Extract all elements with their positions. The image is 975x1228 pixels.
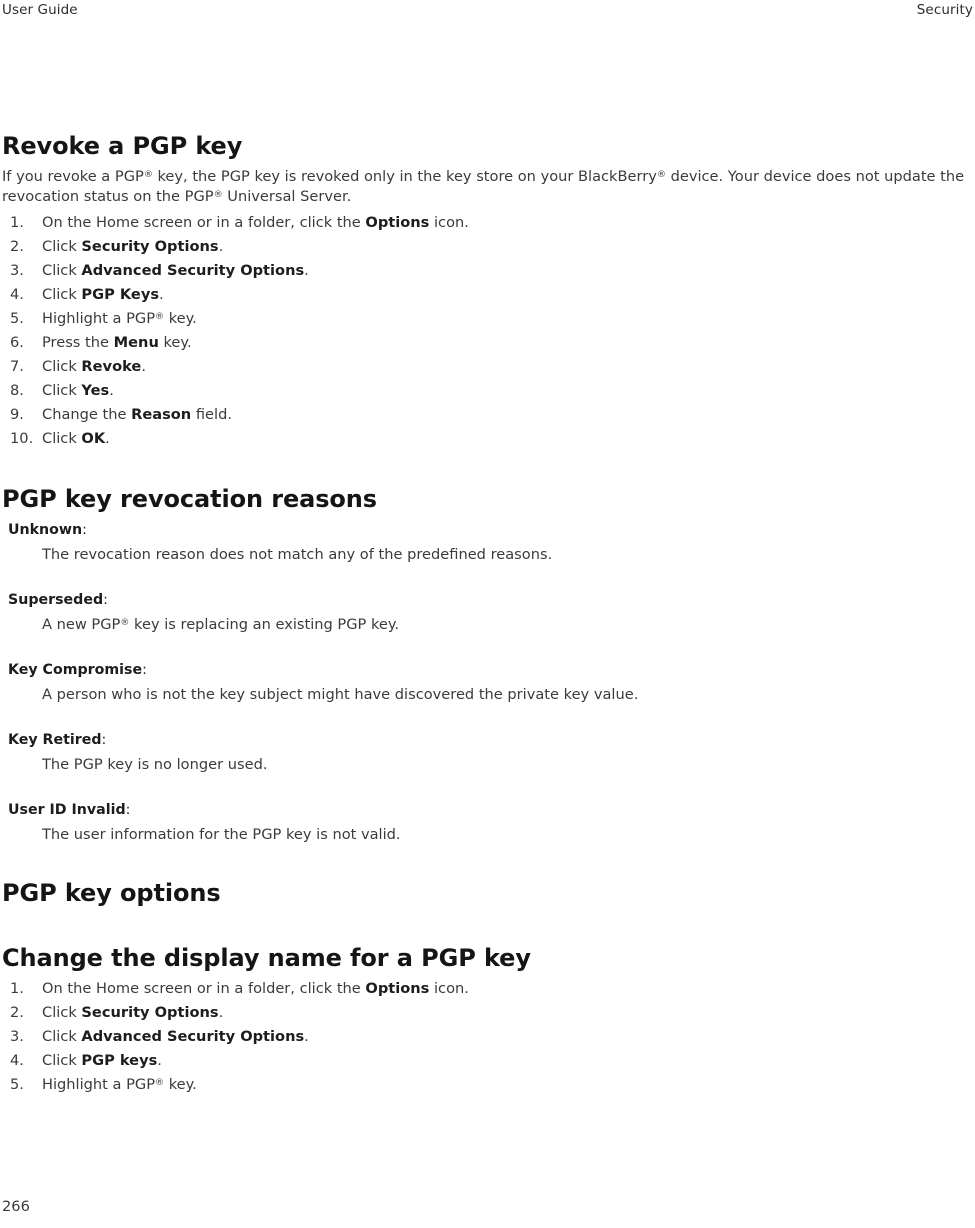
definition-description: The revocation reason does not match any… [42, 546, 553, 563]
definition-description: The PGP key is no longer used. [42, 756, 268, 773]
definition-term: Unknown: [8, 522, 87, 538]
page-content: Revoke a PGP key If you revoke a PGP® ke… [2, 132, 973, 1097]
intro-paragraph-revoke: If you revoke a PGP® key, the PGP key is… [2, 168, 965, 205]
steps-list-revoke: On the Home screen or in a folder, click… [2, 211, 973, 451]
list-item-step: Click Yes. [2, 379, 973, 403]
step-emphasis: OK [81, 430, 106, 447]
section-title-change-display-name: Change the display name for a PGP key [2, 944, 531, 972]
definition-description: A new PGP® key is replacing an existing … [42, 616, 400, 633]
list-item-step: Click Advanced Security Options. [2, 259, 973, 283]
definition-description: A person who is not the key subject migh… [42, 686, 639, 703]
step-text: On the Home screen or in a folder, click… [42, 214, 469, 231]
section-title-revocation-reasons: PGP key revocation reasons [2, 485, 377, 513]
registered-mark: ® [155, 312, 165, 323]
step-emphasis: Options [365, 980, 430, 997]
step-emphasis: Reason [131, 406, 192, 423]
section-title-revoke-pgp-key: Revoke a PGP key [2, 132, 243, 160]
step-text: Press the Menu key. [42, 334, 192, 351]
step-emphasis: Revoke [81, 358, 142, 375]
list-item-step: Change the Reason field. [2, 403, 973, 427]
step-text: Click Advanced Security Options. [42, 1028, 309, 1045]
step-emphasis: Advanced Security Options [81, 262, 305, 279]
list-item-step: Highlight a PGP® key. [2, 1073, 973, 1097]
section-title-pgp-key-options: PGP key options [2, 879, 221, 907]
step-text: Highlight a PGP® key. [42, 1076, 197, 1093]
step-text: Change the Reason field. [42, 406, 232, 423]
step-emphasis: Security Options [81, 1004, 219, 1021]
step-text: Click PGP keys. [42, 1052, 162, 1069]
list-item-step: Click PGP keys. [2, 1049, 973, 1073]
step-text: Click Revoke. [42, 358, 146, 375]
step-emphasis: Advanced Security Options [81, 1028, 305, 1045]
list-item-step: Press the Menu key. [2, 331, 973, 355]
registered-mark: ® [143, 170, 153, 181]
list-item-step: Click Revoke. [2, 355, 973, 379]
step-text: Click OK. [42, 430, 110, 447]
step-emphasis: Yes [81, 382, 110, 399]
step-emphasis: Options [365, 214, 430, 231]
step-text: Click Advanced Security Options. [42, 262, 309, 279]
step-emphasis: PGP Keys [81, 286, 160, 303]
definition-term: Key Retired: [8, 732, 107, 748]
list-item-step: Click Security Options. [2, 235, 973, 259]
definition-term: Superseded: [8, 592, 108, 608]
definition-list-revocation-reasons: Unknown: The revocation reason does not m… [2, 520, 973, 845]
list-item-step: On the Home screen or in a folder, click… [2, 977, 973, 1001]
steps-list-change-display-name: On the Home screen or in a folder, click… [2, 977, 973, 1097]
step-text: Highlight a PGP® key. [42, 310, 197, 327]
list-item-step: Click Advanced Security Options. [2, 1025, 973, 1049]
registered-mark: ® [120, 618, 130, 629]
step-emphasis: Menu [113, 334, 159, 351]
step-text: Click PGP Keys. [42, 286, 164, 303]
running-header: User Guide Security [0, 0, 975, 24]
list-item-step: Click PGP Keys. [2, 283, 973, 307]
step-emphasis: PGP keys [81, 1052, 158, 1069]
running-header-left: User Guide [2, 2, 78, 18]
registered-mark: ® [656, 170, 666, 181]
registered-mark: ® [155, 1078, 165, 1089]
list-item-step: On the Home screen or in a folder, click… [2, 211, 973, 235]
list-item-step: Click Security Options. [2, 1001, 973, 1025]
page-number-footer: 266 [2, 1198, 30, 1215]
list-item-step: Click OK. [2, 427, 973, 451]
document-page: User Guide Security Revoke a PGP key If … [0, 0, 975, 1228]
running-header-right: Security [916, 2, 973, 18]
step-emphasis: Security Options [81, 238, 219, 255]
definition-term: User ID Invalid: [8, 802, 131, 818]
definition-term: Key Compromise: [8, 662, 147, 678]
step-text: On the Home screen or in a folder, click… [42, 980, 469, 997]
definition-description: The user information for the PGP key is … [42, 826, 401, 843]
list-item-step: Highlight a PGP® key. [2, 307, 973, 331]
step-text: Click Security Options. [42, 238, 224, 255]
registered-mark: ® [213, 190, 223, 201]
step-text: Click Yes. [42, 382, 114, 399]
step-text: Click Security Options. [42, 1004, 224, 1021]
